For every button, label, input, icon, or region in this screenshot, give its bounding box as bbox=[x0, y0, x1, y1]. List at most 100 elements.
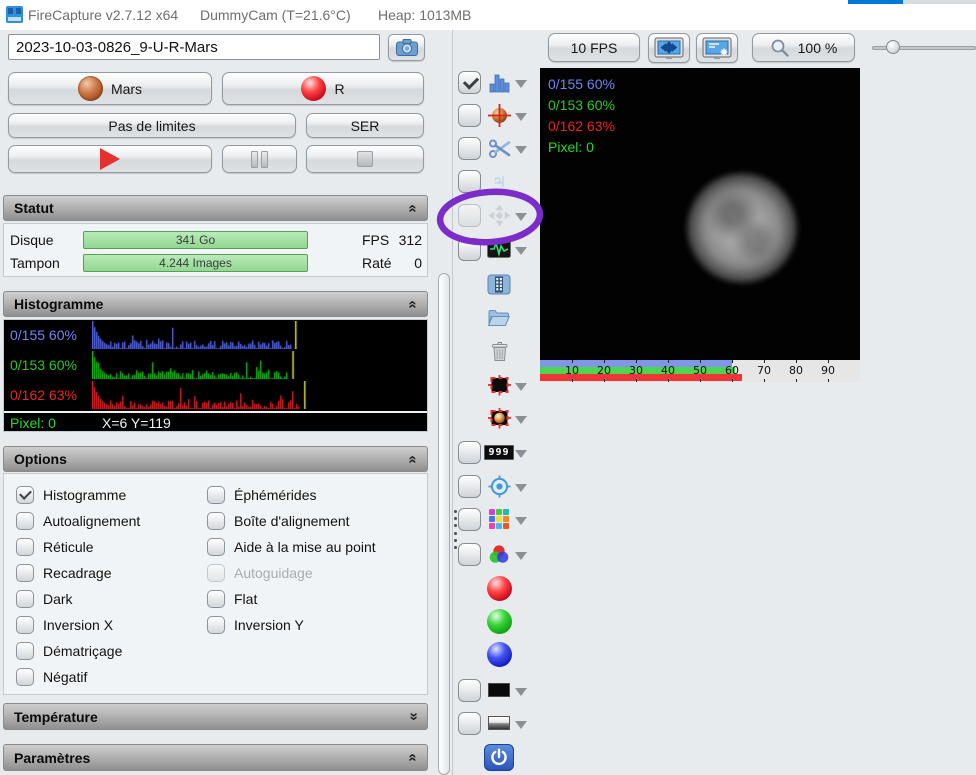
scale-tick-label: 60 bbox=[725, 364, 739, 377]
option-flat-checkbox[interactable] bbox=[207, 589, 225, 608]
option-inversion-y[interactable]: Inversion Y bbox=[207, 615, 376, 634]
toolbar-dark[interactable] bbox=[456, 674, 538, 706]
toolbar-signal-dropdown-icon[interactable] bbox=[515, 246, 527, 261]
toolbar-counter[interactable]: 999 bbox=[456, 436, 538, 468]
gamma-slider-knob[interactable] bbox=[886, 40, 900, 54]
toolbar-histogram[interactable] bbox=[456, 66, 538, 98]
option-histogramme[interactable]: Histogramme bbox=[16, 485, 140, 504]
display-settings-button[interactable] bbox=[696, 33, 738, 63]
toolbar-flat[interactable] bbox=[456, 707, 538, 739]
option-reticule[interactable]: Réticule bbox=[16, 537, 140, 556]
format-button[interactable]: SER bbox=[306, 113, 424, 138]
option-ephemerides[interactable]: Éphémérides bbox=[207, 485, 376, 504]
option-recadrage-checkbox[interactable] bbox=[16, 563, 34, 582]
option-histogramme-checkbox[interactable] bbox=[16, 485, 34, 504]
parameters-panel-header[interactable]: Paramètres « bbox=[3, 744, 428, 771]
pixel-readout-row: Pixel: 0 X=6 Y=119 bbox=[4, 411, 427, 431]
option-aide-a-la-mise-au-point-checkbox[interactable] bbox=[207, 537, 225, 556]
option-inversion-x[interactable]: Inversion X bbox=[16, 615, 140, 634]
toolbar-green-channel[interactable] bbox=[456, 605, 538, 637]
toolbar-rgb-dropdown-icon[interactable] bbox=[515, 551, 527, 566]
toolbar-capture-video[interactable] bbox=[456, 268, 538, 300]
limits-button[interactable]: Pas de limites bbox=[8, 113, 296, 138]
toolbar-rgb[interactable] bbox=[456, 538, 538, 570]
option-autoalignement-checkbox[interactable] bbox=[16, 511, 34, 530]
toolbar-roi-planet-dropdown-icon[interactable] bbox=[515, 415, 527, 430]
filter-button[interactable]: R bbox=[222, 72, 424, 105]
toolbar-open-folder[interactable] bbox=[456, 301, 538, 333]
parameters-panel-title: Paramètres bbox=[14, 749, 91, 766]
toolbar-palette-checkbox[interactable] bbox=[458, 507, 481, 531]
toolbar-flat-checkbox[interactable] bbox=[458, 711, 481, 735]
toolbar-move-dropdown-icon[interactable] bbox=[515, 212, 527, 227]
option-reticule-checkbox[interactable] bbox=[16, 537, 34, 556]
toolbar-histogram-dropdown-icon[interactable] bbox=[515, 79, 527, 94]
toolbar-counter-dropdown-icon[interactable] bbox=[515, 449, 527, 464]
option-dark[interactable]: Dark bbox=[16, 589, 140, 608]
toolbar-target[interactable] bbox=[456, 470, 538, 502]
toolbar-cut[interactable] bbox=[456, 132, 538, 164]
toolbar-jupiter-checkbox[interactable] bbox=[458, 169, 481, 193]
option-negatif-checkbox[interactable] bbox=[16, 667, 34, 686]
option-ephemerides-checkbox[interactable] bbox=[207, 485, 225, 504]
toolbar-move-checkbox[interactable] bbox=[458, 203, 481, 227]
option-autoguidage[interactable]: Autoguidage bbox=[207, 563, 376, 582]
toolbar-dark-dropdown-icon[interactable] bbox=[515, 687, 527, 702]
filename-input[interactable] bbox=[8, 34, 380, 60]
option-aide-a-la-mise-au-point[interactable]: Aide à la mise au point bbox=[207, 537, 376, 556]
histogram-green-label: 0/153 60% bbox=[10, 357, 77, 373]
toolbar-autoalign[interactable] bbox=[456, 99, 538, 131]
option-recadrage[interactable]: Recadrage bbox=[16, 563, 140, 582]
toolbar-palette-dropdown-icon[interactable] bbox=[515, 516, 527, 531]
option-dematricage-checkbox[interactable] bbox=[16, 641, 34, 660]
status-panel-header[interactable]: Statut « bbox=[3, 195, 428, 221]
toolbar-signal-checkbox[interactable] bbox=[458, 237, 481, 261]
toolbar-delete[interactable] bbox=[456, 335, 538, 367]
toolbar-signal[interactable] bbox=[456, 233, 538, 265]
toolbar-power[interactable] bbox=[456, 741, 538, 773]
toolbar-jupiter[interactable]: ♃ bbox=[456, 165, 538, 197]
target-button[interactable]: Mars bbox=[8, 72, 212, 105]
toolbar-autoalign-dropdown-icon[interactable] bbox=[515, 112, 527, 127]
toolbar-palette[interactable] bbox=[456, 503, 538, 535]
toolbar-flat-dropdown-icon[interactable] bbox=[515, 720, 527, 735]
stop-button[interactable] bbox=[306, 145, 424, 173]
capture-settings-button[interactable] bbox=[388, 34, 425, 61]
preview-image[interactable]: 0/155 60% 0/153 60% 0/162 63% Pixel: 0 bbox=[540, 68, 860, 360]
toolbar-cut-dropdown-icon[interactable] bbox=[515, 145, 527, 160]
fit-screen-button[interactable] bbox=[648, 33, 690, 63]
option-inversion-x-checkbox[interactable] bbox=[16, 615, 34, 634]
toolbar-blue-channel[interactable] bbox=[456, 638, 538, 670]
option-boite-d-alignement[interactable]: Boîte d'alignement bbox=[207, 511, 376, 530]
toolbar-histogram-checkbox[interactable] bbox=[458, 70, 481, 94]
option-dematricage[interactable]: Dématriçage bbox=[16, 641, 140, 660]
option-dark-checkbox[interactable] bbox=[16, 589, 34, 608]
histogram-panel-header[interactable]: Histogramme « bbox=[3, 291, 428, 317]
pause-button[interactable] bbox=[222, 145, 297, 173]
zoom-button[interactable]: 100 % bbox=[752, 33, 855, 62]
option-boite-d-alignement-checkbox[interactable] bbox=[207, 511, 225, 530]
toolbar-roi-planet[interactable] bbox=[456, 402, 538, 434]
toolbar-rgb-checkbox[interactable] bbox=[458, 542, 481, 566]
toolbar-autoalign-checkbox[interactable] bbox=[458, 103, 481, 127]
left-panel-scrollbar[interactable] bbox=[438, 273, 450, 775]
toolbar-target-dropdown-icon[interactable] bbox=[515, 483, 527, 498]
toolbar-target-checkbox[interactable] bbox=[458, 474, 481, 498]
option-autoguidage-checkbox[interactable] bbox=[207, 563, 225, 582]
scale-tick-label: 90 bbox=[821, 364, 835, 377]
toolbar-red-channel[interactable] bbox=[456, 572, 538, 604]
toolbar-roi[interactable] bbox=[456, 369, 538, 401]
temperature-panel-header[interactable]: Température « bbox=[3, 703, 428, 730]
options-panel-header[interactable]: Options « bbox=[3, 446, 428, 472]
toolbar-dark-checkbox[interactable] bbox=[458, 678, 481, 702]
toolbar-counter-checkbox[interactable] bbox=[458, 440, 481, 464]
toolbar-cut-checkbox[interactable] bbox=[458, 136, 481, 160]
option-negatif[interactable]: Négatif bbox=[16, 667, 140, 686]
option-inversion-y-checkbox[interactable] bbox=[207, 615, 225, 634]
option-autoalignement[interactable]: Autoalignement bbox=[16, 511, 140, 530]
option-flat[interactable]: Flat bbox=[207, 589, 376, 608]
fps-limit-button[interactable]: 10 FPS bbox=[548, 33, 640, 62]
toolbar-move[interactable] bbox=[456, 199, 538, 231]
toolbar-roi-dropdown-icon[interactable] bbox=[515, 382, 527, 397]
record-button[interactable] bbox=[8, 145, 212, 173]
